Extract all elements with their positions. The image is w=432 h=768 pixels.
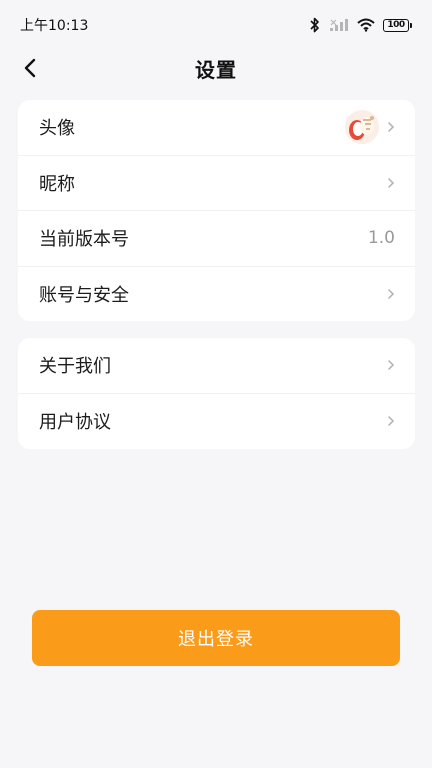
battery-level: 100 xyxy=(383,18,409,32)
status-icons: 100 xyxy=(309,17,412,33)
settings-card-about: 关于我们 用户协议 xyxy=(18,338,415,449)
status-bar: 上午10:13 100 xyxy=(0,0,432,50)
signal-icon xyxy=(329,18,349,32)
settings-row-label: 昵称 xyxy=(39,173,75,195)
settings-row-avatar[interactable]: 头像 xyxy=(18,100,415,156)
logout-button[interactable]: 退出登录 xyxy=(32,610,400,666)
settings-row-user-agreement[interactable]: 用户协议 xyxy=(18,394,415,450)
settings-screen: 上午10:13 100 设置 头像 昵称 当前版本号 1.0 账号与安全 关于我… xyxy=(0,0,432,768)
chevron-right-icon xyxy=(388,178,395,188)
settings-row-label: 当前版本号 xyxy=(39,229,129,251)
chevron-right-icon xyxy=(388,360,395,370)
settings-row-nickname[interactable]: 昵称 xyxy=(18,156,415,211)
settings-row-label: 头像 xyxy=(39,118,75,140)
settings-row-label: 关于我们 xyxy=(39,356,111,378)
settings-card-account: 头像 昵称 当前版本号 1.0 账号与安全 xyxy=(18,100,415,321)
status-time: 上午10:13 xyxy=(20,18,89,34)
bluetooth-icon xyxy=(309,17,321,33)
avatar xyxy=(345,110,379,145)
version-value: 1.0 xyxy=(367,228,395,249)
chevron-left-icon xyxy=(24,58,36,78)
settings-row-label: 用户协议 xyxy=(39,412,111,434)
settings-row-about-us[interactable]: 关于我们 xyxy=(18,338,415,394)
settings-row-version: 当前版本号 1.0 xyxy=(18,211,415,267)
wifi-icon xyxy=(357,18,375,32)
header: 设置 xyxy=(0,50,432,86)
chevron-right-icon xyxy=(388,122,395,132)
settings-row-account-security[interactable]: 账号与安全 xyxy=(18,267,415,322)
battery-icon: 100 xyxy=(383,18,412,32)
back-button[interactable] xyxy=(14,52,46,84)
page-title: 设置 xyxy=(195,57,237,82)
chevron-right-icon xyxy=(388,416,395,426)
chevron-right-icon xyxy=(388,289,395,299)
settings-row-label: 账号与安全 xyxy=(39,285,129,307)
